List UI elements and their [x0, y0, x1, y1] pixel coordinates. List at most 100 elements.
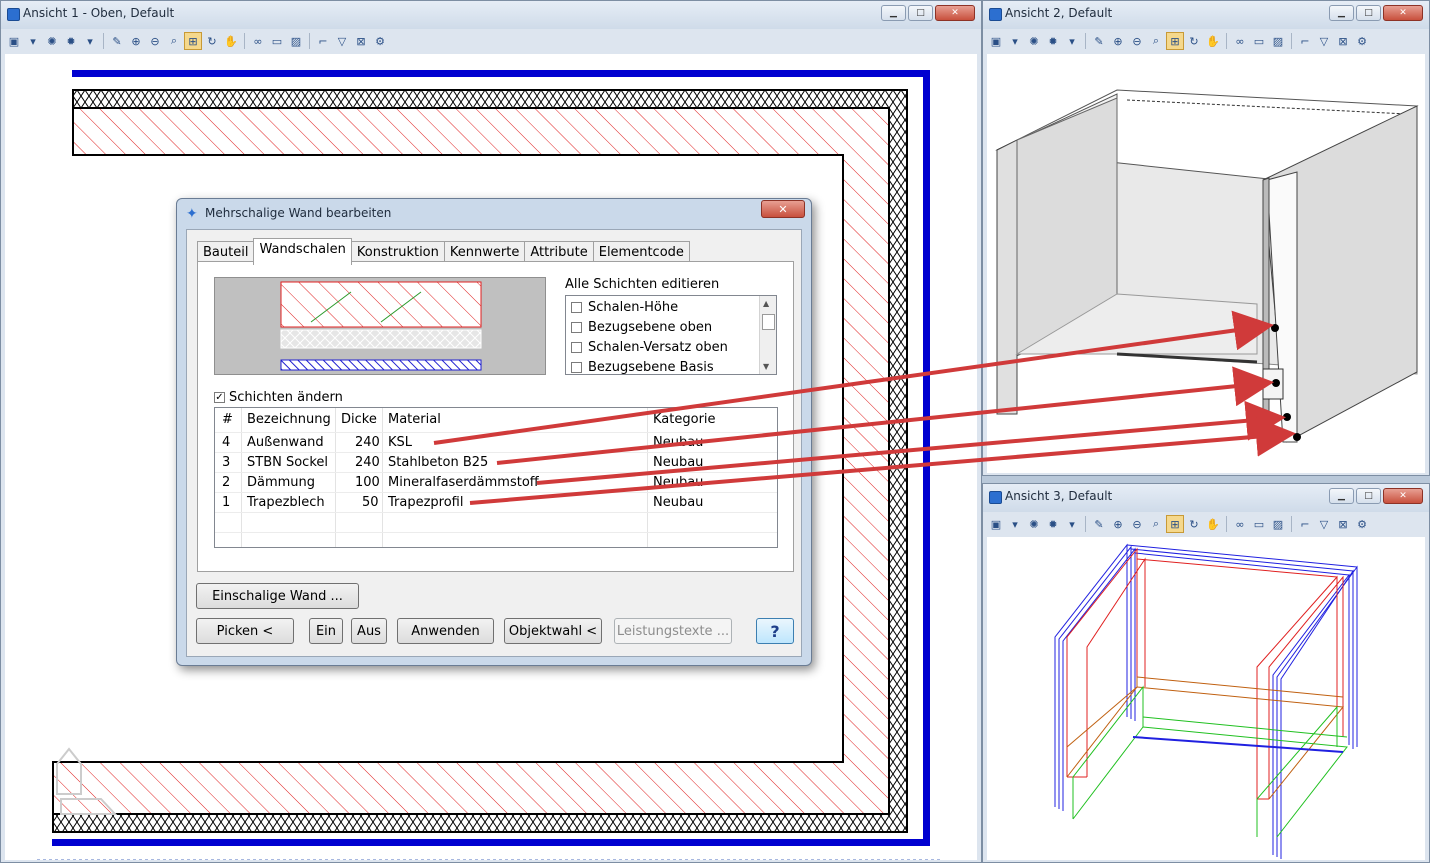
- render-icon[interactable]: ✺: [1025, 515, 1043, 533]
- edit-multilayer-wall-dialog[interactable]: ✦ Mehrschalige Wand bearbeiten ✕ Bauteil…: [176, 198, 812, 666]
- apply-button[interactable]: Anwenden: [397, 618, 494, 644]
- maximize-button[interactable]: □: [908, 5, 933, 21]
- layer-icon[interactable]: ▣: [987, 32, 1005, 50]
- checkbox-checked[interactable]: ✓: [214, 392, 225, 403]
- zoom-out-icon[interactable]: ⊖: [146, 32, 164, 50]
- brush-icon[interactable]: ✎: [1090, 32, 1108, 50]
- col-header-material[interactable]: Material: [388, 412, 441, 427]
- view3-window[interactable]: Ansicht 3, Default ▁ □ ✕ ▣ ▾ ✺ ✹ ▾ ✎ ⊕ ⊖ ⌕ ⊞ ↻ ✋ …: [982, 483, 1430, 863]
- layers-table[interactable]: # Bezeichnung Dicke Material Kategorie 4…: [214, 407, 778, 548]
- zoom-out-icon[interactable]: ⊖: [1128, 32, 1146, 50]
- zoom-all-icon[interactable]: ⊞: [184, 32, 202, 50]
- minimize-button[interactable]: ▁: [1329, 5, 1354, 21]
- pan-hand-icon[interactable]: ✋: [1204, 515, 1222, 533]
- view3-titlebar[interactable]: Ansicht 3, Default ▁ □ ✕: [983, 484, 1429, 512]
- zoom-in-icon[interactable]: ⊕: [1109, 32, 1127, 50]
- object-select-button[interactable]: Objektwahl <: [504, 618, 602, 644]
- light-icon[interactable]: ✹: [1044, 515, 1062, 533]
- chevron-down-icon[interactable]: ▾: [1006, 515, 1024, 533]
- section-icon[interactable]: ⌐: [1296, 515, 1314, 533]
- view-image-icon[interactable]: ▨: [1269, 515, 1287, 533]
- list-scrollbar[interactable]: ▲ ▼: [759, 296, 776, 374]
- checkbox[interactable]: [571, 301, 582, 313]
- layer-option[interactable]: Bezugsebene Basis: [571, 358, 714, 376]
- footprints-icon[interactable]: ∞: [1231, 515, 1249, 533]
- render-icon[interactable]: ✺: [43, 32, 61, 50]
- zoom-out-icon[interactable]: ⊖: [1128, 515, 1146, 533]
- filter-icon[interactable]: ▽: [1315, 515, 1333, 533]
- layer-option[interactable]: Schalen-Versatz oben: [571, 338, 728, 356]
- chevron-down-icon[interactable]: ▾: [1063, 515, 1081, 533]
- minimize-button[interactable]: ▁: [881, 5, 906, 21]
- pan-hand-icon[interactable]: ✋: [222, 32, 240, 50]
- footprints-icon[interactable]: ∞: [1231, 32, 1249, 50]
- view-image-icon[interactable]: ▨: [287, 32, 305, 50]
- scroll-up-icon[interactable]: ▲: [763, 299, 769, 308]
- delete-view-icon[interactable]: ⊠: [1334, 515, 1352, 533]
- col-header-category[interactable]: Kategorie: [653, 412, 716, 427]
- zoom-window-icon[interactable]: ⌕: [165, 32, 183, 50]
- minimize-button[interactable]: ▁: [1329, 488, 1354, 504]
- tab-wandschalen[interactable]: Wandschalen: [253, 238, 352, 265]
- layer-icon[interactable]: ▣: [987, 515, 1005, 533]
- on-button[interactable]: Ein: [309, 618, 343, 644]
- help-button[interactable]: ?: [756, 618, 794, 644]
- view2-titlebar[interactable]: Ansicht 2, Default ▁ □ ✕: [983, 1, 1429, 29]
- view-window-icon[interactable]: ▭: [268, 32, 286, 50]
- rotate-icon[interactable]: ↻: [1185, 32, 1203, 50]
- rotate-icon[interactable]: ↻: [1185, 515, 1203, 533]
- checkbox[interactable]: [571, 361, 582, 373]
- close-button[interactable]: ✕: [1383, 488, 1423, 504]
- filter-icon[interactable]: ▽: [333, 32, 351, 50]
- settings-icon[interactable]: ⚙: [1353, 32, 1371, 50]
- col-header-name[interactable]: Bezeichnung: [247, 412, 331, 427]
- footprints-icon[interactable]: ∞: [249, 32, 267, 50]
- section-icon[interactable]: ⌐: [314, 32, 332, 50]
- off-button[interactable]: Aus: [351, 618, 387, 644]
- scroll-down-icon[interactable]: ▼: [763, 362, 769, 371]
- zoom-window-icon[interactable]: ⌕: [1147, 515, 1165, 533]
- zoom-all-icon[interactable]: ⊞: [1166, 515, 1184, 533]
- maximize-button[interactable]: □: [1356, 5, 1381, 21]
- chevron-down-icon[interactable]: ▾: [1063, 32, 1081, 50]
- section-icon[interactable]: ⌐: [1296, 32, 1314, 50]
- zoom-in-icon[interactable]: ⊕: [1109, 515, 1127, 533]
- view-window-icon[interactable]: ▭: [1250, 32, 1268, 50]
- view2-window[interactable]: Ansicht 2, Default ▁ □ ✕ ▣ ▾ ✺ ✹ ▾ ✎ ⊕ ⊖ ⌕ ⊞ ↻ ✋ …: [982, 0, 1430, 476]
- layer-options-list[interactable]: Schalen-Höhe Bezugsebene oben Schalen-Ve…: [565, 295, 777, 375]
- maximize-button[interactable]: □: [1356, 488, 1381, 504]
- pick-button[interactable]: Picken <: [196, 618, 294, 644]
- checkbox[interactable]: [571, 321, 582, 333]
- brush-icon[interactable]: ✎: [108, 32, 126, 50]
- col-header-num[interactable]: #: [222, 412, 233, 427]
- col-header-thickness[interactable]: Dicke: [341, 412, 377, 427]
- delete-view-icon[interactable]: ⊠: [1334, 32, 1352, 50]
- settings-icon[interactable]: ⚙: [1353, 515, 1371, 533]
- brush-icon[interactable]: ✎: [1090, 515, 1108, 533]
- delete-view-icon[interactable]: ⊠: [352, 32, 370, 50]
- single-wall-button[interactable]: Einschalige Wand ...: [196, 583, 359, 609]
- layer-option[interactable]: Bezugsebene oben: [571, 318, 712, 336]
- dialog-close-button[interactable]: ✕: [761, 200, 805, 218]
- light-icon[interactable]: ✹: [1044, 32, 1062, 50]
- zoom-all-icon[interactable]: ⊞: [1166, 32, 1184, 50]
- chevron-down-icon[interactable]: ▾: [81, 32, 99, 50]
- layer-option[interactable]: Schalen-Höhe: [571, 298, 678, 316]
- view1-titlebar[interactable]: Ansicht 1 - Oben, Default ▁ □ ✕: [1, 1, 981, 29]
- rotate-icon[interactable]: ↻: [203, 32, 221, 50]
- settings-icon[interactable]: ⚙: [371, 32, 389, 50]
- chevron-down-icon[interactable]: ▾: [24, 32, 42, 50]
- view-window-icon[interactable]: ▭: [1250, 515, 1268, 533]
- scroll-thumb[interactable]: [762, 314, 775, 330]
- layer-icon[interactable]: ▣: [5, 32, 23, 50]
- zoom-window-icon[interactable]: ⌕: [1147, 32, 1165, 50]
- view3-canvas[interactable]: [987, 537, 1425, 860]
- close-button[interactable]: ✕: [1383, 5, 1423, 21]
- service-texts-button[interactable]: Leistungstexte ...: [614, 618, 732, 644]
- light-icon[interactable]: ✹: [62, 32, 80, 50]
- close-button[interactable]: ✕: [935, 5, 975, 21]
- chevron-down-icon[interactable]: ▾: [1006, 32, 1024, 50]
- render-icon[interactable]: ✺: [1025, 32, 1043, 50]
- change-layers-checkbox[interactable]: ✓ Schichten ändern: [214, 390, 343, 405]
- zoom-in-icon[interactable]: ⊕: [127, 32, 145, 50]
